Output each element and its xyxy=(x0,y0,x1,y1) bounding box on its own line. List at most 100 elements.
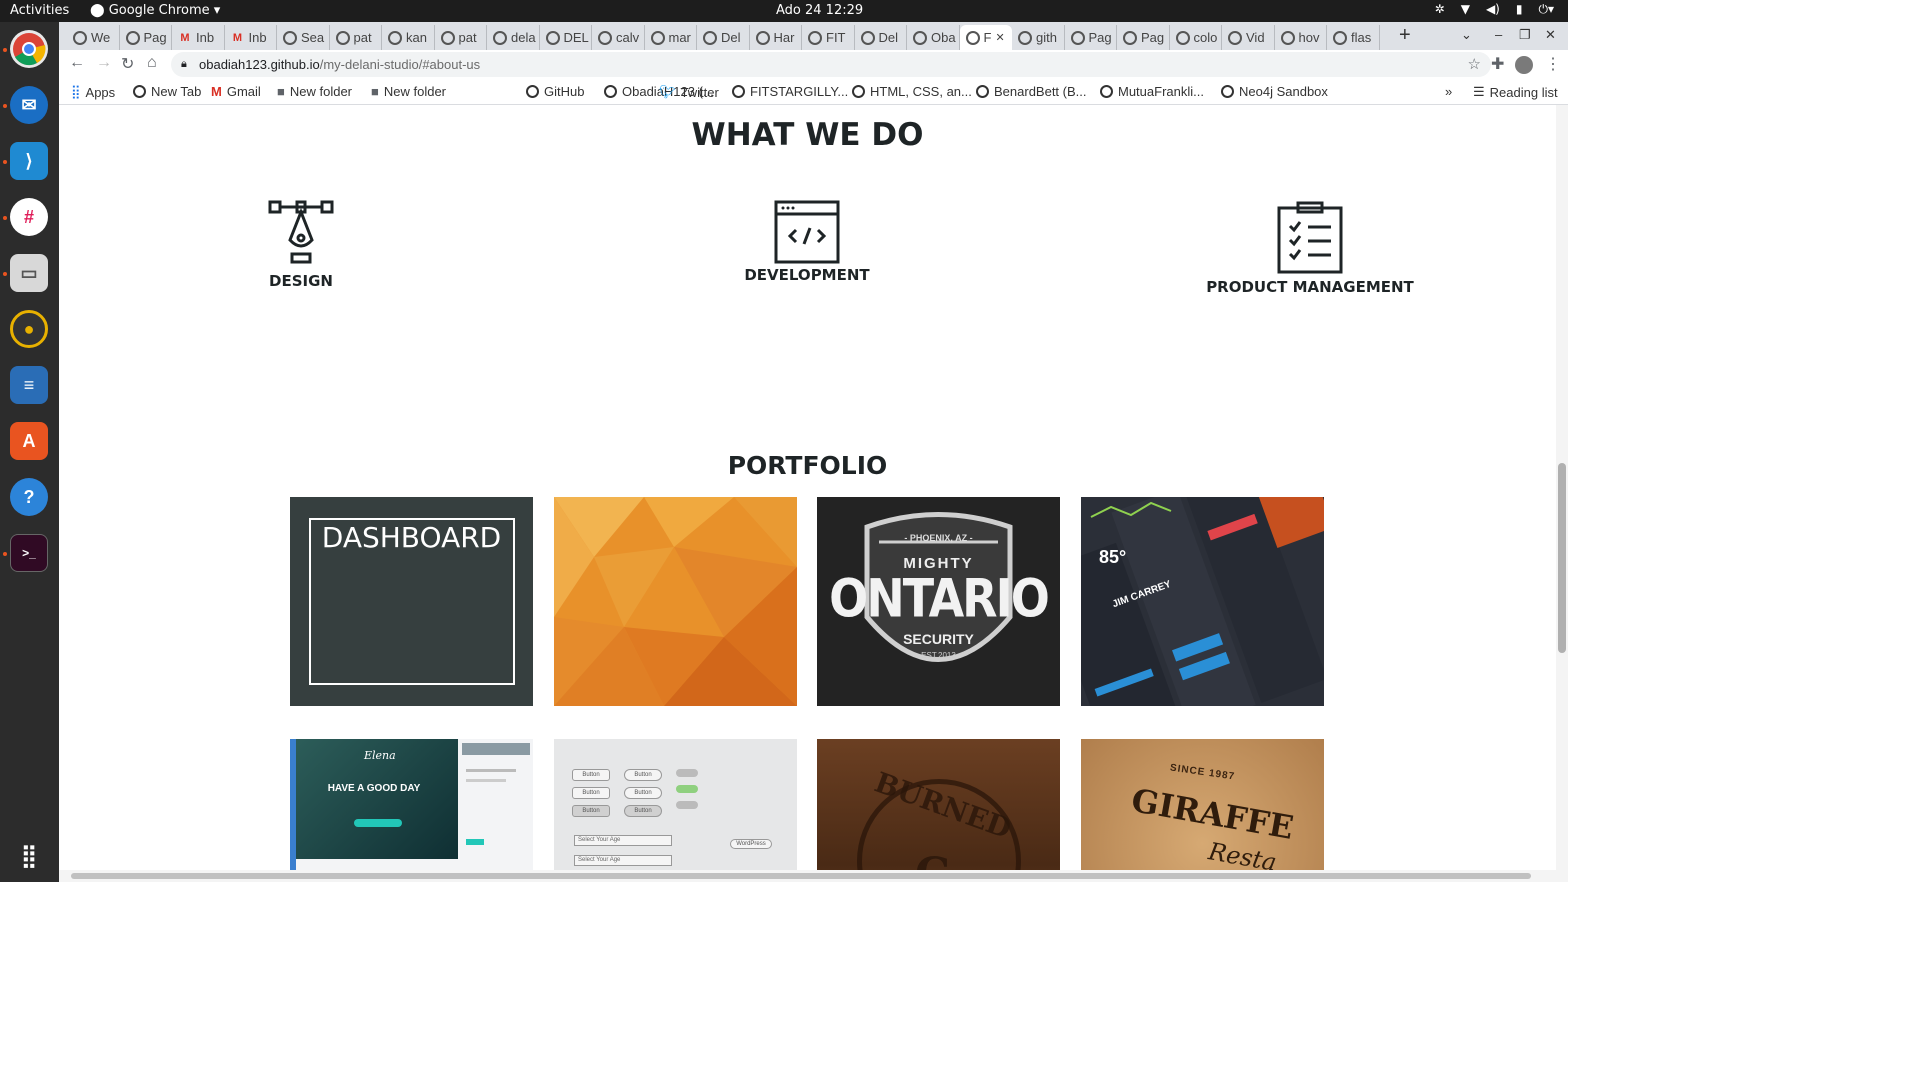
browser-tab[interactable]: Pag xyxy=(1117,25,1170,50)
software-icon[interactable]: A xyxy=(10,422,48,460)
apps-grid-icon[interactable]: ⣿ xyxy=(10,837,48,875)
elena-cta xyxy=(354,819,402,827)
app-name: Google Chrome xyxy=(108,3,210,18)
bookmark-item[interactable]: HTML, CSS, an... xyxy=(852,84,972,99)
bookmark-star-icon[interactable]: ☆ xyxy=(1468,52,1481,77)
home-icon[interactable]: ⌂ xyxy=(147,54,157,72)
bookmark-item[interactable]: New Tab xyxy=(133,84,201,99)
browser-tab[interactable]: M Inb xyxy=(225,25,277,50)
help-icon[interactable]: ? xyxy=(10,478,48,516)
chrome-icon[interactable] xyxy=(10,30,48,68)
browser-tab[interactable]: Vid xyxy=(1222,25,1275,50)
tab-label: Sea xyxy=(301,30,325,45)
browser-tab[interactable]: calv xyxy=(592,25,645,50)
bookmark-item[interactable]: ■ New folder xyxy=(277,84,352,99)
browser-tab[interactable]: Oba xyxy=(907,25,960,50)
browser-tab[interactable]: dela xyxy=(487,25,540,50)
badge-est-text: EST.2013 xyxy=(921,651,956,660)
tab-close-icon[interactable]: ✕ xyxy=(995,31,1004,44)
activities-button[interactable]: Activities xyxy=(10,3,69,18)
bookmark-item[interactable]: ⣿ Apps xyxy=(71,84,115,100)
browser-tab[interactable]: We xyxy=(67,25,120,50)
vscode-icon[interactable]: ⟩ xyxy=(10,142,48,180)
bookmark-item[interactable]: BenardBett (B... xyxy=(976,84,1087,99)
badge-main-text: ONTARIO xyxy=(829,566,1050,630)
bookmark-label: MutuaFrankli... xyxy=(1118,84,1204,99)
bookmark-item[interactable]: M Gmail xyxy=(211,84,261,99)
browser-tab[interactable]: Pag xyxy=(1065,25,1117,50)
close-window-icon[interactable]: ✕ xyxy=(1545,27,1556,43)
bookmark-label: Apps xyxy=(85,84,116,100)
portfolio-item-dashboard[interactable]: DASHBOARD xyxy=(290,497,533,706)
browser-tab[interactable]: Del xyxy=(697,25,750,50)
vertical-scroll-thumb[interactable] xyxy=(1558,463,1566,653)
writer-icon[interactable]: ≡ xyxy=(10,366,48,404)
browser-tab[interactable]: flas xyxy=(1327,25,1380,50)
horizontal-scroll-thumb[interactable] xyxy=(71,873,1531,879)
portfolio-item-ontario-security[interactable]: - PHOENIX, AZ - MIGHTY ONTARIO SECURITY … xyxy=(817,497,1060,706)
bookmark-item[interactable]: 🐦︎ Twitter xyxy=(659,84,719,100)
files-icon[interactable]: ▭ xyxy=(10,254,48,292)
bookmarks-overflow-button[interactable]: » xyxy=(1445,84,1452,99)
portfolio-item-giraffe[interactable]: SINCE 1987 GIRAFFE Resta xyxy=(1081,739,1324,870)
vertical-scrollbar[interactable] xyxy=(1556,105,1568,870)
chrome-menu-icon[interactable]: ⋮ xyxy=(1545,54,1561,74)
browser-tab[interactable]: DEL xyxy=(540,25,592,50)
rhythmbox-icon[interactable]: ● xyxy=(10,310,48,348)
tab-label: dela xyxy=(511,30,536,45)
bookmark-item[interactable]: GitHub xyxy=(526,84,584,99)
browser-tab[interactable]: hov xyxy=(1275,25,1327,50)
browser-tab[interactable]: Har xyxy=(750,25,802,50)
new-tab-button[interactable]: + xyxy=(1399,24,1411,47)
service-label: PRODUCT MANAGEMENT xyxy=(1206,278,1414,296)
portfolio-item-burned[interactable]: BURNED C xyxy=(817,739,1060,870)
what-we-do-heading: WHAT WE DO xyxy=(691,117,924,153)
site-favicon-icon xyxy=(1280,30,1295,45)
profile-avatar[interactable] xyxy=(1515,56,1533,74)
browser-tab[interactable]: M Inb xyxy=(172,25,225,50)
browser-tab[interactable]: Sea xyxy=(277,25,330,50)
browser-tab[interactable]: colo xyxy=(1170,25,1222,50)
app-menu[interactable]: ⬤ Google Chrome ▾ xyxy=(90,3,220,18)
back-icon[interactable]: ← xyxy=(69,54,85,72)
restore-icon[interactable]: ❐ xyxy=(1519,27,1531,43)
portfolio-item-ui-dashboard[interactable]: 85° JIM CARREY xyxy=(1081,497,1324,706)
site-favicon-icon xyxy=(493,30,507,45)
tab-label: mar xyxy=(668,30,691,45)
address-bar[interactable]: 🔒︎ obadiah123.github.io/my-delani-studio… xyxy=(171,52,1491,77)
browser-tab[interactable]: F ✕ xyxy=(959,25,1012,50)
browser-tab[interactable]: pat xyxy=(435,25,487,50)
web-page: WHAT WE DO DESIGN DEVELOPMENT PRODUCT MA… xyxy=(59,105,1556,870)
wifi-icon: ▼ xyxy=(1460,2,1470,16)
minimize-icon[interactable]: – xyxy=(1495,27,1502,42)
portfolio-item-elena[interactable]: Elena HAVE A GOOD DAY xyxy=(290,739,533,870)
horizontal-scrollbar[interactable] xyxy=(59,870,1568,882)
portfolio-item-orange-polygon[interactable] xyxy=(554,497,797,706)
bookmark-label: Twitter xyxy=(680,84,719,100)
extensions-icon[interactable]: ✚ xyxy=(1491,54,1504,74)
thunderbird-icon[interactable]: ✉ xyxy=(10,86,48,124)
browser-tab[interactable]: gith xyxy=(1012,25,1065,50)
polygon-art xyxy=(554,497,797,706)
bookmark-item[interactable]: Neo4j Sandbox xyxy=(1221,84,1328,99)
bookmark-item[interactable]: ■ New folder xyxy=(371,84,446,99)
tab-label: Inb xyxy=(248,30,267,45)
terminal-icon[interactable]: >_ xyxy=(10,534,48,572)
browser-tab[interactable]: Pag xyxy=(120,25,172,50)
bookmark-item[interactable]: MutuaFrankli... xyxy=(1100,84,1204,99)
portfolio-item-ui-controls[interactable]: Button Button Button Button Button Butto… xyxy=(554,739,797,870)
tab-search-icon[interactable]: ⌄ xyxy=(1461,27,1472,43)
browser-tab[interactable]: FIT xyxy=(802,25,855,50)
clock[interactable]: Ado 24 12:29 xyxy=(776,3,863,18)
site-favicon-icon xyxy=(73,30,87,45)
browser-tab[interactable]: pat xyxy=(330,25,382,50)
browser-tab[interactable]: Del xyxy=(855,25,907,50)
browser-tab[interactable]: kan xyxy=(382,25,435,50)
slack-icon[interactable]: # xyxy=(10,198,48,236)
system-tray[interactable]: ✲ ▼ ◀) ▮ ⏻▾ xyxy=(1435,2,1554,17)
forward-icon[interactable]: → xyxy=(96,54,112,72)
bookmark-item[interactable]: FITSTARGILLY... xyxy=(732,84,848,99)
reading-list-button[interactable]: ☰ Reading list xyxy=(1473,84,1558,100)
reload-icon[interactable]: ↻ xyxy=(121,54,134,74)
browser-tab[interactable]: mar xyxy=(645,25,697,50)
